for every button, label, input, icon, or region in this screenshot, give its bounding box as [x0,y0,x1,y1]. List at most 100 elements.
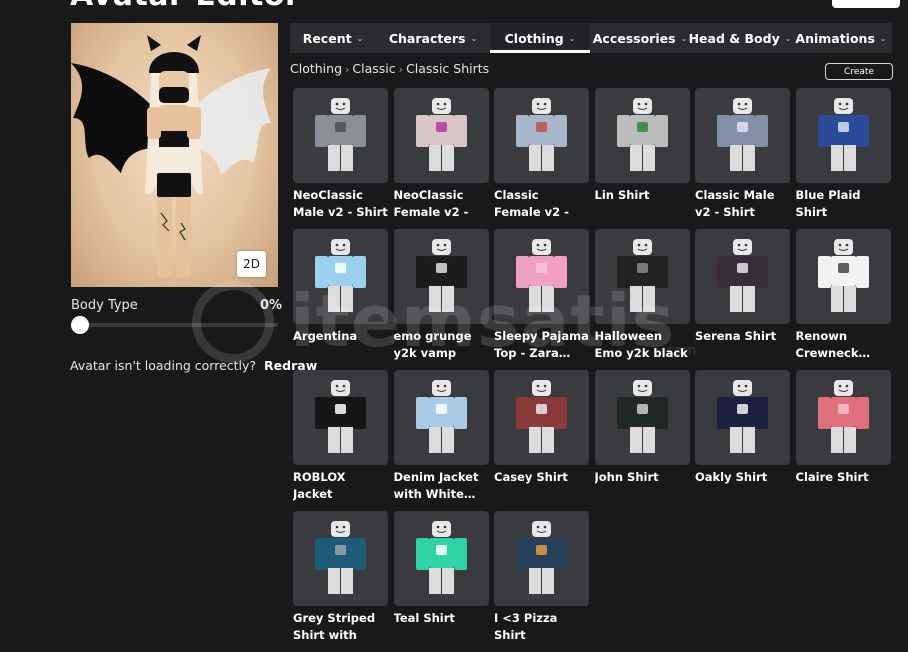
tab-label: Clothing [504,30,564,46]
loading-help: Avatar isn't loading correctly? Redraw [70,358,317,373]
shirt-avatar-icon [415,521,467,594]
catalog-item[interactable]: Classic Female v2 - Shirt [494,88,589,229]
catalog-item[interactable]: emo grunge y2k vamp baddie… [393,229,489,370]
tab-label: Accessories [592,30,676,46]
chevron-down-icon: ⌄ [879,33,887,43]
body-type-slider[interactable] [80,323,278,327]
body-type-value: 0% [260,298,283,313]
item-thumbnail[interactable] [795,229,891,324]
item-name[interactable]: NeoClassic Female v2 - Shirt [394,187,489,221]
watermark-logo-icon [192,281,274,363]
tab-recent[interactable]: Recent ⌄ [290,23,376,53]
catalog-item[interactable]: Denim Jacket with White… [393,370,489,511]
item-thumbnail[interactable] [795,88,891,183]
item-name[interactable]: Classic Male v2 - Shirt [695,187,790,221]
create-button[interactable]: Create [825,63,893,80]
item-name[interactable]: Halloween Emo y2k black shirt… [595,328,690,362]
item-name[interactable]: Teal Shirt [394,610,489,627]
item-thumbnail[interactable] [695,88,790,183]
item-thumbnail[interactable] [293,370,388,465]
item-name[interactable]: Argentina [293,328,388,345]
catalog-item[interactable]: Lin Shirt [594,88,690,229]
item-thumbnail[interactable] [393,511,489,606]
shirt-avatar-icon [616,380,668,453]
page-title: Avatar Editor [70,0,300,13]
item-thumbnail[interactable] [594,229,690,324]
item-thumbnail[interactable] [494,370,589,465]
chevron-down-icon: ⌄ [568,33,576,43]
item-name[interactable]: Classic Female v2 - Shirt [494,187,589,221]
item-thumbnail[interactable] [494,88,589,183]
shirt-avatar-icon [817,380,869,453]
item-thumbnail[interactable] [393,370,489,465]
item-thumbnail[interactable] [393,88,489,183]
catalog-item[interactable]: Renown Crewneck… [795,229,891,370]
catalog-item[interactable]: Halloween Emo y2k black shirt… [594,229,690,370]
item-name[interactable]: Renown Crewneck… [796,328,891,362]
catalog-item[interactable]: Argentina [293,229,388,370]
catalog-item[interactable]: NeoClassic Male v2 - Shirt [293,88,388,229]
tab-accessories[interactable]: Accessories ⌄ [590,23,690,53]
breadcrumb-item-classic[interactable]: Classic [352,61,395,76]
catalog-item[interactable]: Serena Shirt [695,229,790,370]
item-thumbnail[interactable] [494,511,589,606]
item-name[interactable]: emo grunge y2k vamp baddie… [394,328,489,362]
item-name[interactable]: John Shirt [595,469,690,486]
shirt-avatar-icon [415,98,467,171]
tab-label: Animations [795,30,875,46]
catalog-item[interactable]: Classic Male v2 - Shirt [695,88,790,229]
catalog-item[interactable]: Grey Striped Shirt with Deni… [293,511,388,652]
toggle-2d-button[interactable]: 2D [237,251,266,277]
shirt-avatar-icon [315,380,366,453]
loading-text: Avatar isn't loading correctly? [70,358,257,373]
item-name[interactable]: Sleepy Pajama Top - Zara… [494,328,589,362]
item-thumbnail[interactable] [293,229,388,324]
item-name[interactable]: Lin Shirt [595,187,690,204]
item-thumbnail[interactable] [594,88,690,183]
item-name[interactable]: Oakly Shirt [695,469,790,486]
catalog-item[interactable]: NeoClassic Female v2 - Shirt [393,88,489,229]
category-tabs: Recent ⌄ Characters ⌄ Clothing ⌄ Accessorie… [290,23,892,53]
chevron-down-icon: ⌄ [470,33,478,43]
item-name[interactable]: Grey Striped Shirt with Deni… [293,610,388,644]
shirt-avatar-icon [516,380,567,453]
chevron-right-icon: › [398,63,404,76]
shirt-avatar-icon [717,98,768,171]
item-name[interactable]: Blue Plaid Shirt [796,187,891,221]
item-name[interactable]: Serena Shirt [695,328,790,345]
item-thumbnail[interactable] [795,370,891,465]
catalog-item[interactable]: Claire Shirt [795,370,891,511]
catalog-item[interactable]: Teal Shirt [393,511,489,652]
item-thumbnail[interactable] [695,229,790,324]
tab-clothing[interactable]: Clothing ⌄ [490,23,590,53]
item-name[interactable]: Casey Shirt [494,469,589,486]
tab-head-body[interactable]: Head & Body ⌄ [689,23,792,53]
item-thumbnail[interactable] [594,370,690,465]
item-thumbnail[interactable] [494,229,589,324]
item-name[interactable]: NeoClassic Male v2 - Shirt [293,187,388,221]
body-type-slider-thumb[interactable] [71,316,89,334]
tab-animations[interactable]: Animations ⌄ [790,23,892,53]
item-name[interactable]: I <3 Pizza Shirt [494,610,589,644]
tab-characters[interactable]: Characters ⌄ [376,23,490,53]
item-thumbnail[interactable] [293,511,388,606]
catalog-item[interactable]: ROBLOX Jacket [293,370,388,511]
item-thumbnail[interactable] [695,370,790,465]
item-thumbnail[interactable] [393,229,489,324]
item-name[interactable]: Claire Shirt [796,469,891,486]
catalog-item[interactable]: Blue Plaid Shirt [795,88,891,229]
catalog-item[interactable]: John Shirt [594,370,690,511]
avatar-figure [71,35,271,277]
item-name[interactable]: Denim Jacket with White… [394,469,489,503]
avatar-preview[interactable] [71,23,278,287]
breadcrumb-item-clothing[interactable]: Clothing [290,61,342,76]
top-right-button[interactable] [832,0,900,8]
item-name[interactable]: ROBLOX Jacket [293,469,388,503]
catalog-item[interactable]: Casey Shirt [494,370,589,511]
catalog-item[interactable]: I <3 Pizza Shirt [494,511,589,652]
shirt-avatar-icon [817,239,869,312]
shirt-avatar-icon [315,98,366,171]
item-thumbnail[interactable] [293,88,388,183]
catalog-item[interactable]: Oakly Shirt [695,370,790,511]
catalog-item[interactable]: Sleepy Pajama Top - Zara… [494,229,589,370]
